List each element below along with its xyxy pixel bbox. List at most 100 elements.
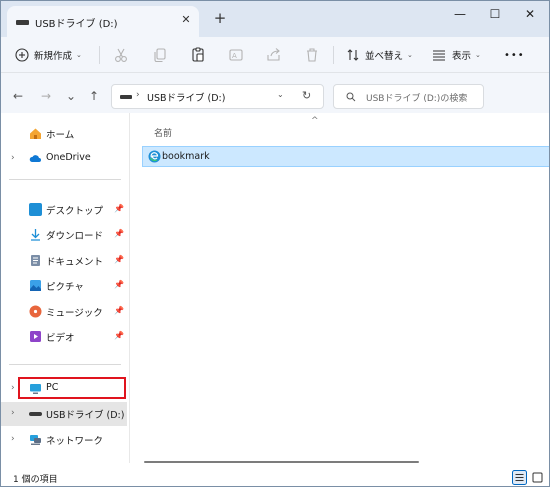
copy-icon[interactable]	[151, 46, 169, 64]
view-button[interactable]: 表示 ⌄	[432, 45, 481, 65]
sidebar-item-usb-drive[interactable]: › USBドライブ (D:)	[1, 402, 127, 426]
forward-button[interactable]: →	[39, 89, 53, 103]
maximize-button[interactable]: ☐	[479, 5, 511, 23]
home-icon	[30, 128, 41, 139]
search-icon	[346, 92, 356, 102]
drive-icon	[16, 20, 29, 25]
minimize-button[interactable]: —	[444, 5, 476, 23]
sort-button[interactable]: 並べ替え ⌄	[346, 45, 413, 65]
desktop-icon	[29, 203, 42, 216]
view-lines-icon	[433, 50, 445, 61]
sort-button-label: 並べ替え	[365, 51, 404, 62]
network-icon	[30, 435, 41, 445]
cloud-icon	[29, 155, 41, 162]
share-icon[interactable]	[265, 46, 283, 64]
rename-icon[interactable]: A	[227, 46, 245, 64]
chevron-down-icon: ⌄	[76, 51, 82, 59]
video-icon	[30, 331, 41, 342]
refresh-button[interactable]: ↻	[302, 89, 311, 102]
sort-indicator-icon: ^	[311, 116, 319, 126]
sidebar-item-label: ネットワーク	[46, 436, 104, 447]
sidebar-item-label: USBドライブ (D:)	[46, 410, 125, 421]
close-window-button[interactable]: ✕	[514, 5, 546, 23]
sidebar-item-documents[interactable]: ドキュメント 📌	[1, 249, 127, 273]
paste-icon[interactable]	[189, 46, 207, 64]
sidebar-item-label: ホーム	[46, 130, 75, 141]
expand-chevron-icon[interactable]: ›	[11, 408, 15, 418]
pin-icon: 📌	[114, 306, 124, 315]
navigation-bar: ← → ⌄ ↑ › USBドライブ (D:) ⌄ ↻ USBドライブ (D:)の…	[1, 73, 549, 113]
large-icons-view-icon[interactable]	[530, 470, 545, 485]
plus-circle-icon	[15, 48, 29, 62]
title-bar: USBドライブ (D:) ✕ + — ☐ ✕	[1, 1, 549, 37]
file-name: bookmark	[162, 151, 210, 162]
sidebar-item-label: ドキュメント	[46, 257, 104, 268]
highlight-box	[18, 377, 126, 399]
chevron-down-icon: ⌄	[407, 51, 413, 59]
svg-text:A: A	[232, 52, 237, 60]
file-explorer-window: USBドライブ (D:) ✕ + — ☐ ✕ 新規作成 ⌄ A 並べ替え ⌄ 表…	[0, 0, 550, 487]
navigation-pane: ホーム › OneDrive デスクトップ 📌 ダウンロード 📌 ドキュメント …	[1, 113, 129, 463]
sidebar-item-label: ミュージック	[46, 308, 103, 319]
delete-icon[interactable]	[303, 46, 321, 64]
sidebar-item-onedrive[interactable]: › OneDrive	[1, 147, 127, 171]
view-button-label: 表示	[452, 51, 472, 62]
document-icon	[31, 255, 40, 266]
search-input[interactable]: USBドライブ (D:)の検索	[366, 91, 467, 104]
tab-usb-drive[interactable]: USBドライブ (D:) ✕	[7, 6, 199, 37]
more-options-button[interactable]: •••	[504, 45, 525, 65]
pin-icon: 📌	[114, 331, 124, 340]
music-icon	[29, 305, 42, 318]
chevron-down-icon: ⌄	[475, 51, 481, 59]
pin-icon: 📌	[114, 255, 124, 264]
breadcrumb[interactable]: USBドライブ (D:)	[147, 90, 225, 104]
column-header-name[interactable]: 名前	[154, 126, 172, 139]
sidebar-item-label: ダウンロード	[46, 231, 104, 242]
status-bar: 1 個の項目	[1, 463, 549, 486]
expand-chevron-icon[interactable]: ›	[11, 383, 15, 393]
new-tab-button[interactable]: +	[212, 10, 228, 26]
toolbar-divider	[333, 46, 334, 64]
download-icon	[31, 229, 40, 241]
expand-chevron-icon[interactable]: ›	[11, 153, 15, 163]
divider	[9, 179, 121, 180]
expand-chevron-icon[interactable]: ›	[11, 434, 15, 444]
drive-icon	[120, 95, 132, 99]
sidebar-item-label: ビデオ	[46, 333, 75, 344]
recent-locations-button[interactable]: ⌄	[64, 89, 78, 103]
search-box[interactable]: USBドライブ (D:)の検索	[333, 84, 484, 109]
item-count: 1 個の項目	[13, 475, 58, 485]
drive-icon	[29, 412, 42, 416]
address-dropdown-icon[interactable]: ⌄	[277, 90, 284, 99]
cut-icon[interactable]	[112, 46, 130, 64]
divider	[9, 364, 121, 365]
sort-icon	[347, 49, 359, 61]
file-row[interactable]: bookmark	[142, 146, 549, 167]
edge-browser-icon	[148, 150, 161, 163]
command-bar: 新規作成 ⌄ A 並べ替え ⌄ 表示 ⌄ •••	[1, 37, 549, 73]
sidebar-item-label: ピクチャ	[46, 282, 84, 293]
sidebar-item-label: デスクトップ	[46, 206, 104, 217]
file-list: ^ 名前 bookmark	[130, 113, 549, 463]
sidebar-item-desktop[interactable]: デスクトップ 📌	[1, 198, 127, 222]
sidebar-item-network[interactable]: › ネットワーク	[1, 428, 127, 452]
new-button-label: 新規作成	[34, 51, 73, 62]
sidebar-item-home[interactable]: ホーム	[1, 122, 127, 146]
pictures-icon	[30, 280, 41, 291]
new-button[interactable]: 新規作成 ⌄	[15, 45, 82, 65]
sidebar-item-downloads[interactable]: ダウンロード 📌	[1, 223, 127, 247]
pin-icon: 📌	[114, 280, 124, 289]
sidebar-item-label: OneDrive	[46, 152, 91, 163]
tab-close-icon[interactable]: ✕	[179, 13, 193, 27]
tab-title: USBドライブ (D:)	[35, 19, 118, 30]
sidebar-item-music[interactable]: ミュージック 📌	[1, 300, 127, 324]
sidebar-item-pictures[interactable]: ピクチャ 📌	[1, 274, 127, 298]
details-view-icon[interactable]	[512, 470, 527, 485]
address-bar[interactable]: › USBドライブ (D:) ⌄ ↻	[111, 84, 324, 109]
up-button[interactable]: ↑	[87, 89, 101, 103]
back-button[interactable]: ←	[11, 89, 25, 103]
breadcrumb-separator: ›	[136, 90, 140, 100]
sidebar-item-videos[interactable]: ビデオ 📌	[1, 325, 127, 349]
pin-icon: 📌	[114, 204, 124, 213]
pin-icon: 📌	[114, 229, 124, 238]
